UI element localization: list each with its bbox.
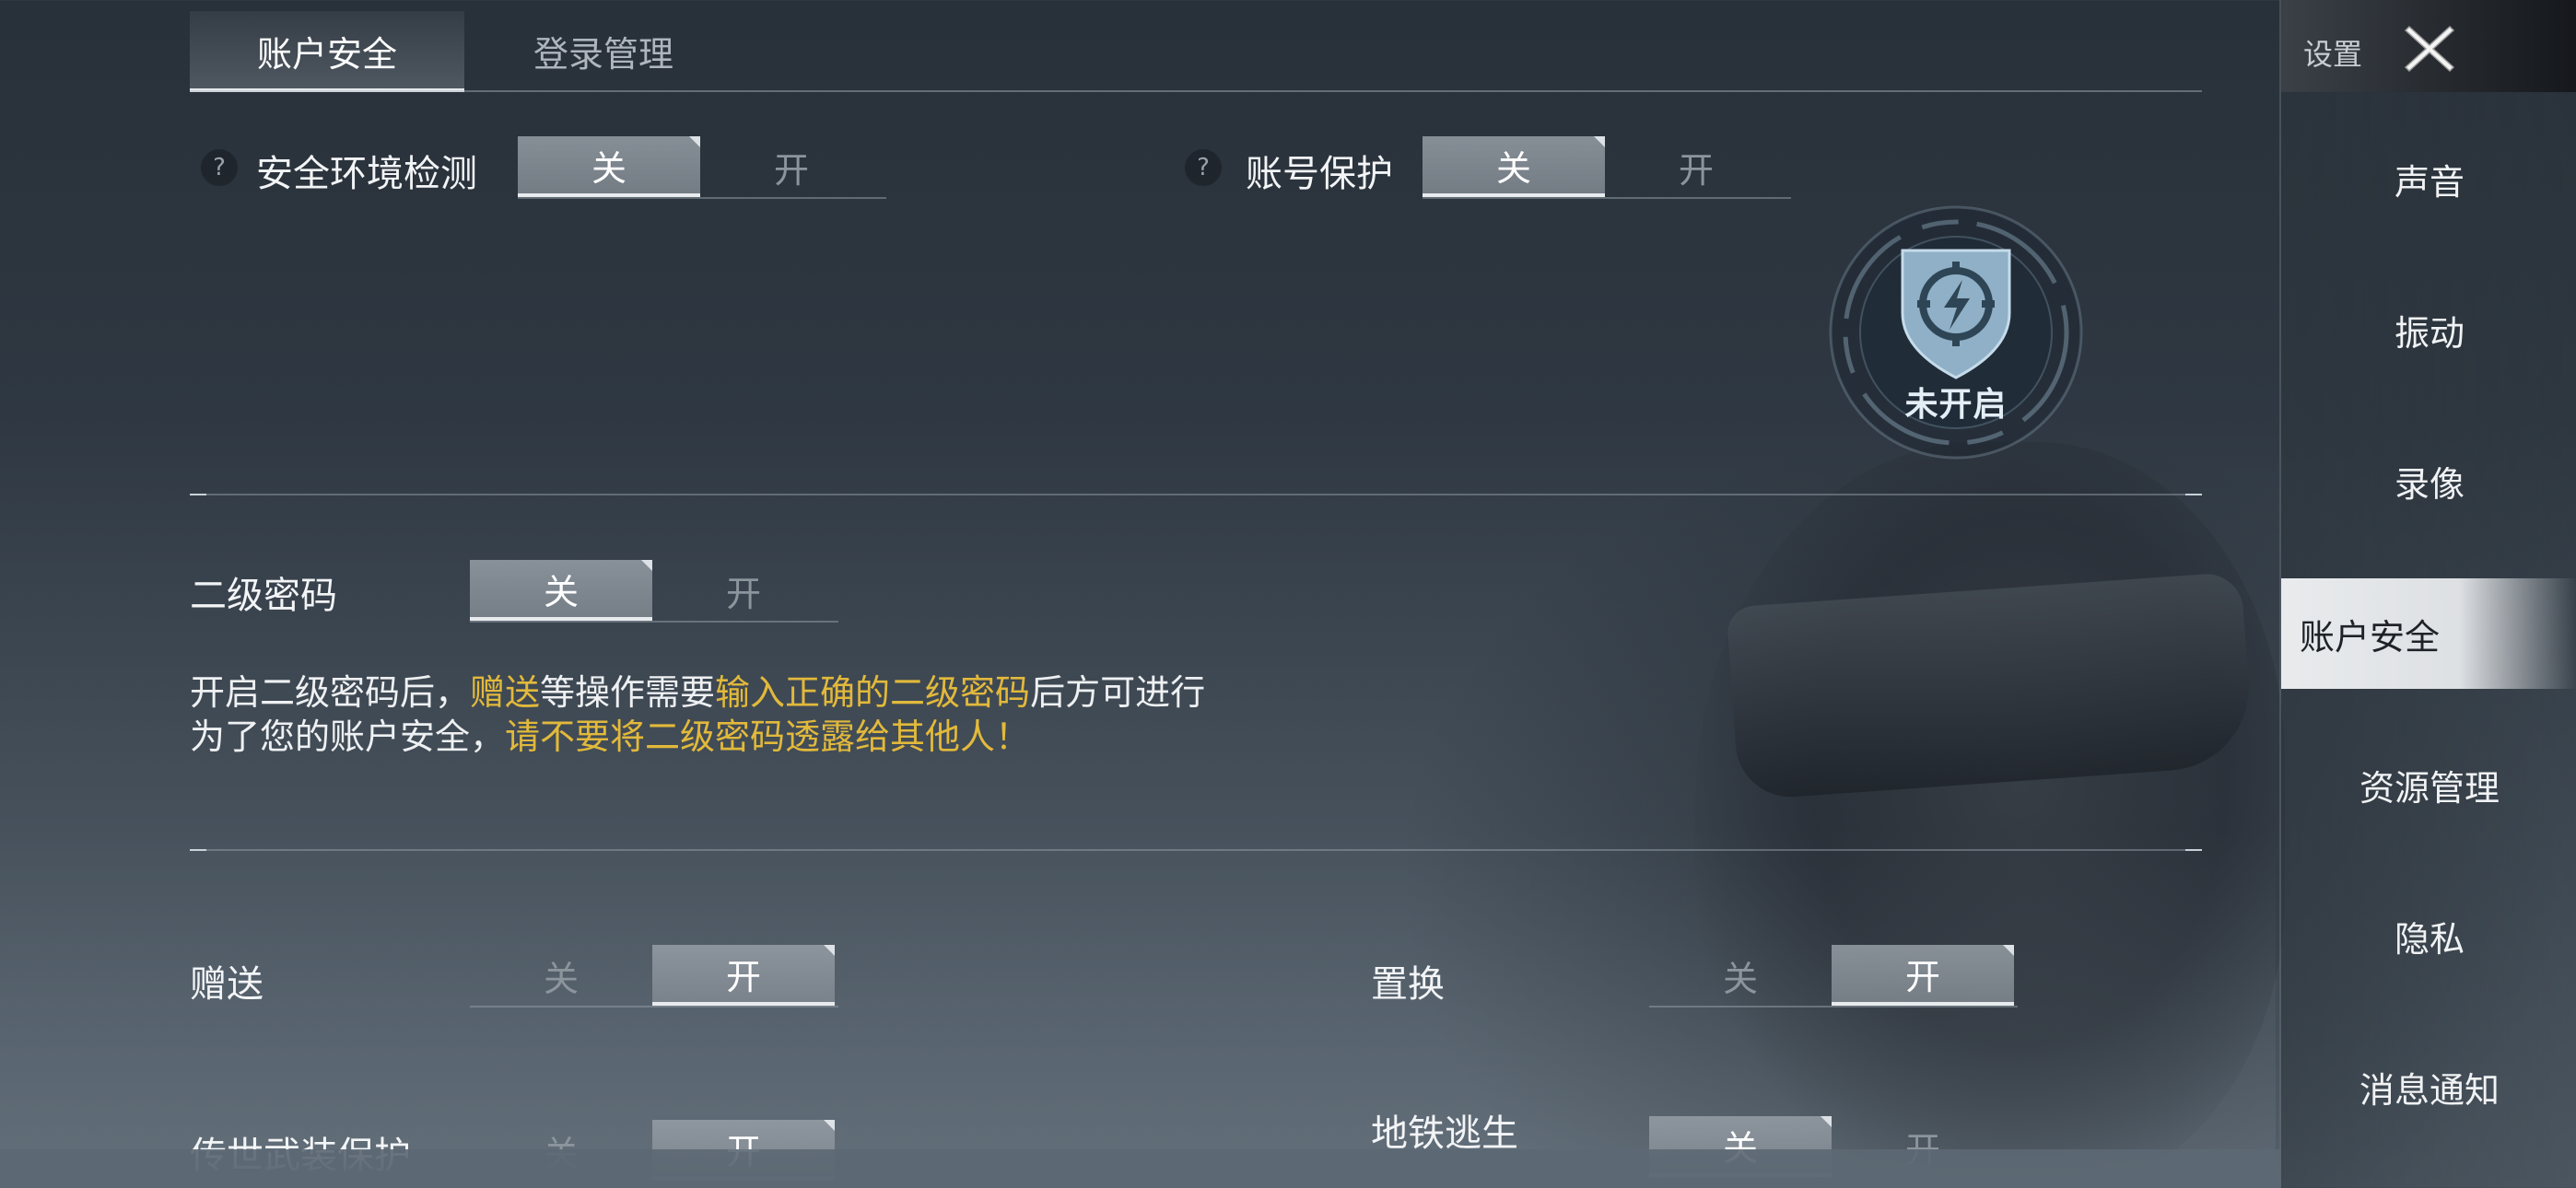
- sidebar-item-label: 录像: [2394, 463, 2465, 505]
- second-password-on-option[interactable]: 开: [652, 560, 835, 621]
- sidebar-item-label: 隐私: [2394, 918, 2465, 960]
- tab-account-security-label: 账户安全: [256, 33, 397, 75]
- close-icon: [2404, 25, 2455, 73]
- help-icon[interactable]: ?: [201, 149, 238, 186]
- account-protect-label: 账号保护: [1246, 153, 1393, 195]
- bottom-scroll-fade: [0, 1149, 2279, 1188]
- desc-highlight: 赠送: [470, 672, 541, 713]
- desc-text: 后方可进行: [1030, 672, 1206, 713]
- desc-highlight: 输入正确的二级密码: [715, 672, 1031, 713]
- account-protect-off-option[interactable]: 关: [1423, 136, 1605, 197]
- second-password-label: 二级密码: [190, 575, 337, 617]
- description-line-1: 开启二级密码后，赠送等操作需要输入正确的二级密码后方可进行: [190, 670, 1205, 715]
- tab-login-management-label: 登录管理: [533, 33, 673, 75]
- security-env-label: 安全环境检测: [256, 153, 477, 195]
- sidebar-item-vibration[interactable]: 振动: [2281, 274, 2576, 385]
- sidebar-item-label: 振动: [2394, 312, 2465, 354]
- second-password-description: 开启二级密码后，赠送等操作需要输入正确的二级密码后方可进行 为了您的账户安全，请…: [190, 670, 1205, 759]
- section-divider: [190, 849, 2202, 851]
- desc-text: 为了您的账户安全，: [190, 716, 506, 757]
- gift-off-option[interactable]: 关: [470, 945, 652, 1006]
- sidebar-item-sound[interactable]: 声音: [2281, 123, 2576, 234]
- sidebar-item-notifications[interactable]: 消息通知: [2281, 1031, 2576, 1142]
- sidebar-item-label: 消息通知: [2359, 1069, 2500, 1111]
- desc-text: 等操作需要: [540, 672, 716, 713]
- swap-toggle: 关 开: [1649, 945, 2018, 1007]
- security-env-on-option[interactable]: 开: [700, 136, 883, 197]
- sidebar-title: 设置: [2303, 37, 2363, 72]
- security-env-off-option[interactable]: 关: [518, 136, 700, 197]
- sidebar-item-resource-management[interactable]: 资源管理: [2281, 729, 2576, 840]
- tab-account-security[interactable]: 账户安全: [190, 11, 464, 92]
- gift-toggle: 关 开: [470, 945, 838, 1007]
- protection-status-badge: 未开启: [1826, 203, 2086, 462]
- desc-text: 开启二级密码后，: [190, 672, 471, 713]
- gift-on-option[interactable]: 开: [652, 945, 835, 1006]
- account-protect-on-option[interactable]: 开: [1605, 136, 1787, 197]
- close-button[interactable]: [2390, 17, 2469, 81]
- sidebar-item-account-security[interactable]: 账户安全: [2281, 578, 2576, 689]
- second-password-off-option[interactable]: 关: [470, 560, 652, 621]
- protection-status-text: 未开启: [1904, 386, 2008, 424]
- account-protect-toggle: 关 开: [1423, 136, 1791, 199]
- tab-login-management[interactable]: 登录管理: [488, 11, 719, 90]
- swap-label: 置换: [1371, 963, 1445, 1006]
- swap-on-option[interactable]: 开: [1832, 945, 2014, 1006]
- sidebar-item-label: 资源管理: [2359, 767, 2500, 809]
- sidebar-item-label: 账户安全: [2300, 616, 2441, 658]
- security-env-toggle: 关 开: [518, 136, 886, 199]
- description-line-2: 为了您的账户安全，请不要将二级密码透露给其他人！: [190, 715, 1205, 759]
- background-helmet-visor: [1726, 571, 2254, 801]
- gift-label: 赠送: [190, 963, 263, 1006]
- desc-highlight: 请不要将二级密码透露给其他人！: [505, 716, 1031, 757]
- sidebar-item-privacy[interactable]: 隐私: [2281, 880, 2576, 991]
- sidebar-item-label: 声音: [2394, 161, 2465, 203]
- help-icon[interactable]: ?: [1185, 149, 1222, 186]
- settings-sidebar: 设置 声音 振动 录像 账户安全 资源管理 隐私 消息通知: [2279, 0, 2576, 1188]
- section-divider: [190, 494, 2202, 495]
- second-password-toggle: 关 开: [470, 560, 838, 623]
- tabs-underline: [190, 90, 2202, 92]
- swap-off-option[interactable]: 关: [1649, 945, 1832, 1006]
- sidebar-header: 设置: [2281, 0, 2576, 92]
- sidebar-item-recording[interactable]: 录像: [2281, 425, 2576, 536]
